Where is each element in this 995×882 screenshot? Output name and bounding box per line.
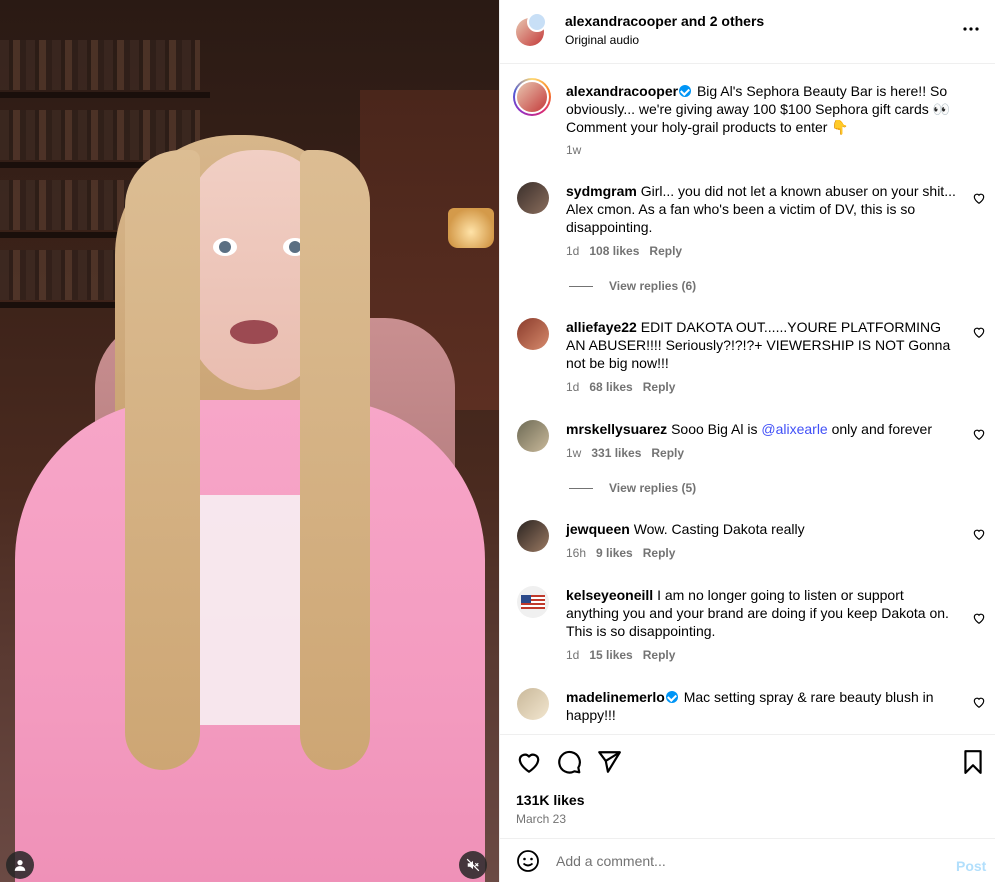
hair-strand-left [125,150,200,770]
avatar [515,80,549,114]
divider [569,285,593,287]
shelf [0,92,210,98]
comment-input[interactable] [556,849,926,873]
left-eye [213,238,237,256]
caption-username[interactable]: alexandracooper [566,83,678,99]
reply-button[interactable]: Reply [643,546,676,560]
comment-bubble-icon[interactable] [556,749,582,775]
avatar[interactable] [517,318,549,350]
comment-meta: 1w 331 likes Reply [566,446,684,460]
mention-link[interactable]: @alixearle [761,421,827,437]
comment-username[interactable]: madelinemerlo [566,689,665,705]
heart-icon[interactable] [972,527,986,541]
comment-username[interactable]: jewqueen [566,521,630,537]
more-horizontal-icon[interactable] [963,27,979,31]
comment-meta: 1d 15 likes Reply [566,648,675,662]
post-actions: 131K likes March 23 [500,734,995,838]
heart-icon[interactable] [972,427,986,441]
caption-time[interactable]: 1w [566,143,581,157]
comment-body-start: Sooo Big Al is [671,421,762,437]
bookmark-icon[interactable] [960,749,986,775]
post-button[interactable]: Post [956,858,986,874]
avatar[interactable] [517,182,549,214]
heart-icon[interactable] [972,325,986,339]
collaborator-avatar[interactable] [527,12,547,32]
emoji-icon[interactable] [516,849,540,873]
flag-icon [521,595,545,609]
view-replies-label: View replies (5) [609,481,697,495]
header-title: alexandracooper and 2 others [565,13,764,29]
view-replies-button[interactable]: View replies (5) [569,481,696,495]
post-header: alexandracooper and 2 others Original au… [500,0,995,64]
wall-lamp [448,208,494,248]
comment-text: mrskellysuarez Sooo Big Al is @alixearle… [566,420,958,438]
header-username[interactable]: alexandracooper [565,13,677,29]
comment-username[interactable]: kelseyeoneill [566,587,653,603]
comment-text: madelinemerlo Mac setting spray & rare b… [566,688,958,724]
tagged-users-button[interactable] [6,851,34,879]
story-ring[interactable] [513,78,551,116]
heart-icon[interactable] [972,611,986,625]
post-date[interactable]: March 23 [516,812,566,826]
reply-button[interactable]: Reply [643,648,676,662]
share-send-icon[interactable] [596,749,622,775]
comment-time[interactable]: 1w [566,446,581,460]
audio-label[interactable]: Original audio [565,33,639,47]
view-replies-button[interactable]: View replies (6) [569,279,696,293]
avatar[interactable] [517,688,549,720]
verified-badge-icon [679,85,692,97]
comment-time[interactable]: 16h [566,546,586,560]
comment-likes[interactable]: 9 likes [596,546,633,560]
mouth [230,320,278,344]
comment-username[interactable]: mrskellysuarez [566,421,667,437]
reply-button[interactable]: Reply [643,380,676,394]
divider [569,487,593,489]
comment-likes[interactable]: 15 likes [589,648,632,662]
comment-body-end: only and forever [827,421,933,437]
view-replies-label: View replies (6) [609,279,697,293]
add-comment-bar: Post [500,838,995,882]
hair-strand-right [300,150,370,770]
muted-speaker-icon [466,858,480,872]
post-sidebar: alexandracooper and 2 others Original au… [499,0,995,882]
like-heart-icon[interactable] [516,749,542,775]
comment-username[interactable]: alliefaye22 [566,319,637,335]
bookshelf-row [0,40,200,90]
comment-text: kelseyeoneill I am no longer going to li… [566,586,958,640]
heart-icon[interactable] [972,191,986,205]
comment-username[interactable]: sydmgram [566,183,637,199]
caption-text: alexandracooper Big Al's Sephora Beauty … [566,82,958,136]
avatar[interactable] [517,420,549,452]
comment-text: jewqueen Wow. Casting Dakota really [566,520,958,538]
header-and-others[interactable]: and 2 others [681,13,764,29]
reply-button[interactable]: Reply [649,244,682,258]
avatar[interactable] [517,520,549,552]
comment-likes[interactable]: 68 likes [589,380,632,394]
verified-badge-icon [665,691,678,703]
reel-video[interactable] [0,0,499,882]
comment-time[interactable]: 1d [566,648,579,662]
comment-time[interactable]: 1d [566,380,579,394]
avatar[interactable] [517,586,549,618]
heart-icon[interactable] [972,695,986,709]
comment-meta: 16h 9 likes Reply [566,546,675,560]
sweater-print [180,495,315,725]
comment-time[interactable]: 1d [566,244,579,258]
reply-button[interactable]: Reply [651,446,684,460]
comment-meta: 1d 108 likes Reply [566,244,682,258]
mute-button[interactable] [459,851,487,879]
comment-text: sydmgram Girl... you did not let a known… [566,182,958,236]
comment-meta: 1d 68 likes Reply [566,380,675,394]
comment-likes[interactable]: 108 likes [589,244,639,258]
comment-body: Wow. Casting Dakota really [633,521,805,537]
user-icon [14,860,26,871]
comment-text: alliefaye22 EDIT DAKOTA OUT......YOURE P… [566,318,958,372]
comment-likes[interactable]: 331 likes [591,446,641,460]
likes-count[interactable]: 131K likes [516,792,585,808]
